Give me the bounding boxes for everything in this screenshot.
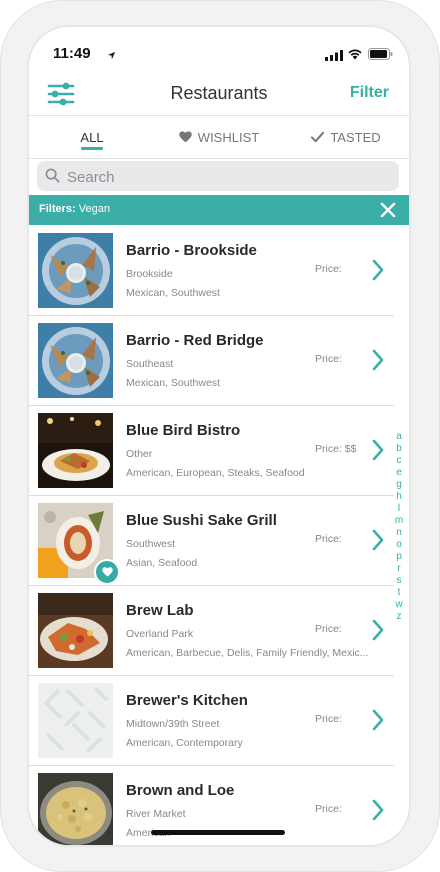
tab-wishlist[interactable]: WISHLIST bbox=[155, 116, 283, 158]
filter-value: Vegan bbox=[78, 203, 110, 215]
restaurant-price: Price: bbox=[315, 533, 342, 545]
search-icon bbox=[45, 168, 60, 188]
chevron-right-icon bbox=[372, 439, 384, 461]
restaurant-photo bbox=[38, 323, 113, 398]
heart-icon bbox=[179, 131, 192, 143]
tab-all[interactable]: ALL bbox=[29, 116, 155, 158]
tab-bar: ALL WISHLIST TASTED bbox=[29, 116, 409, 159]
list-item[interactable]: Brewer's Kitchen Midtown/39th Street Ame… bbox=[29, 676, 394, 766]
heart-icon bbox=[101, 567, 113, 577]
alpha-index-letter[interactable]: t bbox=[393, 587, 405, 599]
restaurant-area: Brookside bbox=[126, 268, 173, 280]
alpha-index-letter[interactable]: n bbox=[393, 527, 405, 539]
restaurant-photo bbox=[38, 593, 113, 668]
restaurant-photo bbox=[38, 233, 113, 308]
list-item[interactable]: Blue Sushi Sake Grill Southwest Asian, S… bbox=[29, 496, 394, 586]
restaurant-cuisine: Mexican, Southwest bbox=[126, 287, 220, 299]
restaurant-cuisine: American, European, Steaks, Seafood bbox=[126, 467, 305, 479]
restaurant-price: Price: bbox=[315, 713, 342, 725]
alpha-index-letter[interactable]: e bbox=[393, 467, 405, 479]
filter-button[interactable]: Filter bbox=[350, 84, 389, 102]
tab-label: TASTED bbox=[330, 129, 381, 145]
alpha-index-letter[interactable]: p bbox=[393, 551, 405, 563]
alpha-index-letter[interactable]: l bbox=[393, 503, 405, 515]
status-time: 11:49 bbox=[53, 45, 91, 62]
alpha-index-letter[interactable]: g bbox=[393, 479, 405, 491]
restaurant-area: Other bbox=[126, 448, 153, 460]
restaurant-cuisine: American, Barbecue, Delis, Family Friend… bbox=[126, 647, 369, 659]
restaurant-name: Blue Bird Bistro bbox=[126, 422, 241, 439]
tab-label: ALL bbox=[80, 129, 104, 145]
list-item[interactable]: Blue Bird Bistro Other American, Europea… bbox=[29, 406, 394, 496]
wifi-icon bbox=[347, 47, 363, 65]
restaurant-price: Price: bbox=[315, 623, 342, 635]
restaurant-photo bbox=[38, 413, 113, 488]
restaurant-name: Brew Lab bbox=[126, 602, 194, 619]
restaurant-cuisine: American, Contemporary bbox=[126, 737, 243, 749]
alpha-index-letter[interactable]: w bbox=[393, 599, 405, 611]
tab-label: WISHLIST bbox=[197, 129, 260, 145]
restaurant-list: Barrio - Brookside Brookside Mexican, So… bbox=[29, 226, 409, 845]
restaurant-area: Midtown/39th Street bbox=[126, 718, 220, 730]
restaurant-price: Price: bbox=[315, 803, 342, 815]
alpha-index-letter[interactable]: o bbox=[393, 539, 405, 551]
restaurant-area: Southeast bbox=[126, 358, 174, 370]
chevron-right-icon bbox=[372, 529, 384, 551]
restaurant-area: Overland Park bbox=[126, 628, 194, 640]
list-item[interactable]: Barrio - Red Bridge Southeast Mexican, S… bbox=[29, 316, 394, 406]
active-filter-bar: Filters: Vegan bbox=[29, 195, 409, 225]
restaurant-name: Brewer's Kitchen bbox=[126, 692, 248, 709]
restaurant-photo bbox=[38, 773, 113, 845]
battery-icon bbox=[368, 47, 393, 65]
restaurant-name: Barrio - Red Bridge bbox=[126, 332, 264, 349]
restaurant-area: Southwest bbox=[126, 538, 176, 550]
list-item[interactable]: Barrio - Brookside Brookside Mexican, So… bbox=[29, 226, 394, 316]
status-bar: 11:49 bbox=[29, 27, 409, 79]
alpha-index-letter[interactable]: a bbox=[393, 431, 405, 443]
alpha-index-letter[interactable]: s bbox=[393, 575, 405, 587]
restaurant-cuisine: Asian, Seafood bbox=[126, 557, 198, 569]
alpha-index-letter[interactable]: c bbox=[393, 455, 405, 467]
location-arrow-icon bbox=[107, 47, 116, 65]
tab-tasted[interactable]: TASTED bbox=[283, 116, 409, 158]
chevron-right-icon bbox=[372, 799, 384, 821]
app-screen: 11:49 Restaurants Filter ALL WISHLIST TA… bbox=[29, 27, 409, 845]
restaurant-name: Barrio - Brookside bbox=[126, 242, 257, 259]
check-icon bbox=[311, 131, 325, 143]
chevron-right-icon bbox=[372, 619, 384, 641]
cellular-signal-icon bbox=[325, 48, 343, 66]
restaurant-price: Price: bbox=[315, 353, 342, 365]
search-bar bbox=[37, 161, 399, 191]
search-input[interactable] bbox=[65, 165, 389, 189]
wishlist-badge bbox=[94, 559, 120, 585]
alpha-index-letter[interactable]: b bbox=[393, 443, 405, 455]
chevron-right-icon bbox=[372, 349, 384, 371]
home-indicator[interactable] bbox=[151, 830, 285, 835]
restaurant-cuisine: Mexican, Southwest bbox=[126, 377, 220, 389]
alpha-index-letter[interactable]: z bbox=[393, 611, 405, 623]
restaurant-name: Brown and Loe bbox=[126, 782, 235, 799]
alpha-index-letter[interactable]: r bbox=[393, 563, 405, 575]
alpha-index-letter[interactable]: h bbox=[393, 491, 405, 503]
restaurant-price: Price: bbox=[315, 263, 342, 275]
filter-prefix: Filters: bbox=[39, 203, 76, 215]
alpha-index-letter[interactable]: m bbox=[393, 515, 405, 527]
restaurant-area: River Market bbox=[126, 808, 186, 820]
chevron-right-icon bbox=[372, 259, 384, 281]
active-tab-indicator bbox=[81, 147, 103, 150]
restaurant-name: Blue Sushi Sake Grill bbox=[126, 512, 277, 529]
close-icon[interactable] bbox=[379, 201, 397, 219]
chevron-right-icon bbox=[372, 709, 384, 731]
placeholder-image bbox=[38, 683, 113, 758]
filter-summary: Filters: Vegan bbox=[39, 203, 110, 215]
restaurant-price: Price: $$ bbox=[315, 443, 357, 455]
list-item[interactable]: Brew Lab Overland Park American, Barbecu… bbox=[29, 586, 394, 676]
nav-bar: Restaurants Filter bbox=[29, 79, 409, 116]
alphabet-index[interactable]: a b c e g h l m n o p r s t w z bbox=[393, 431, 405, 623]
phone-frame: 11:49 Restaurants Filter ALL WISHLIST TA… bbox=[0, 0, 440, 872]
